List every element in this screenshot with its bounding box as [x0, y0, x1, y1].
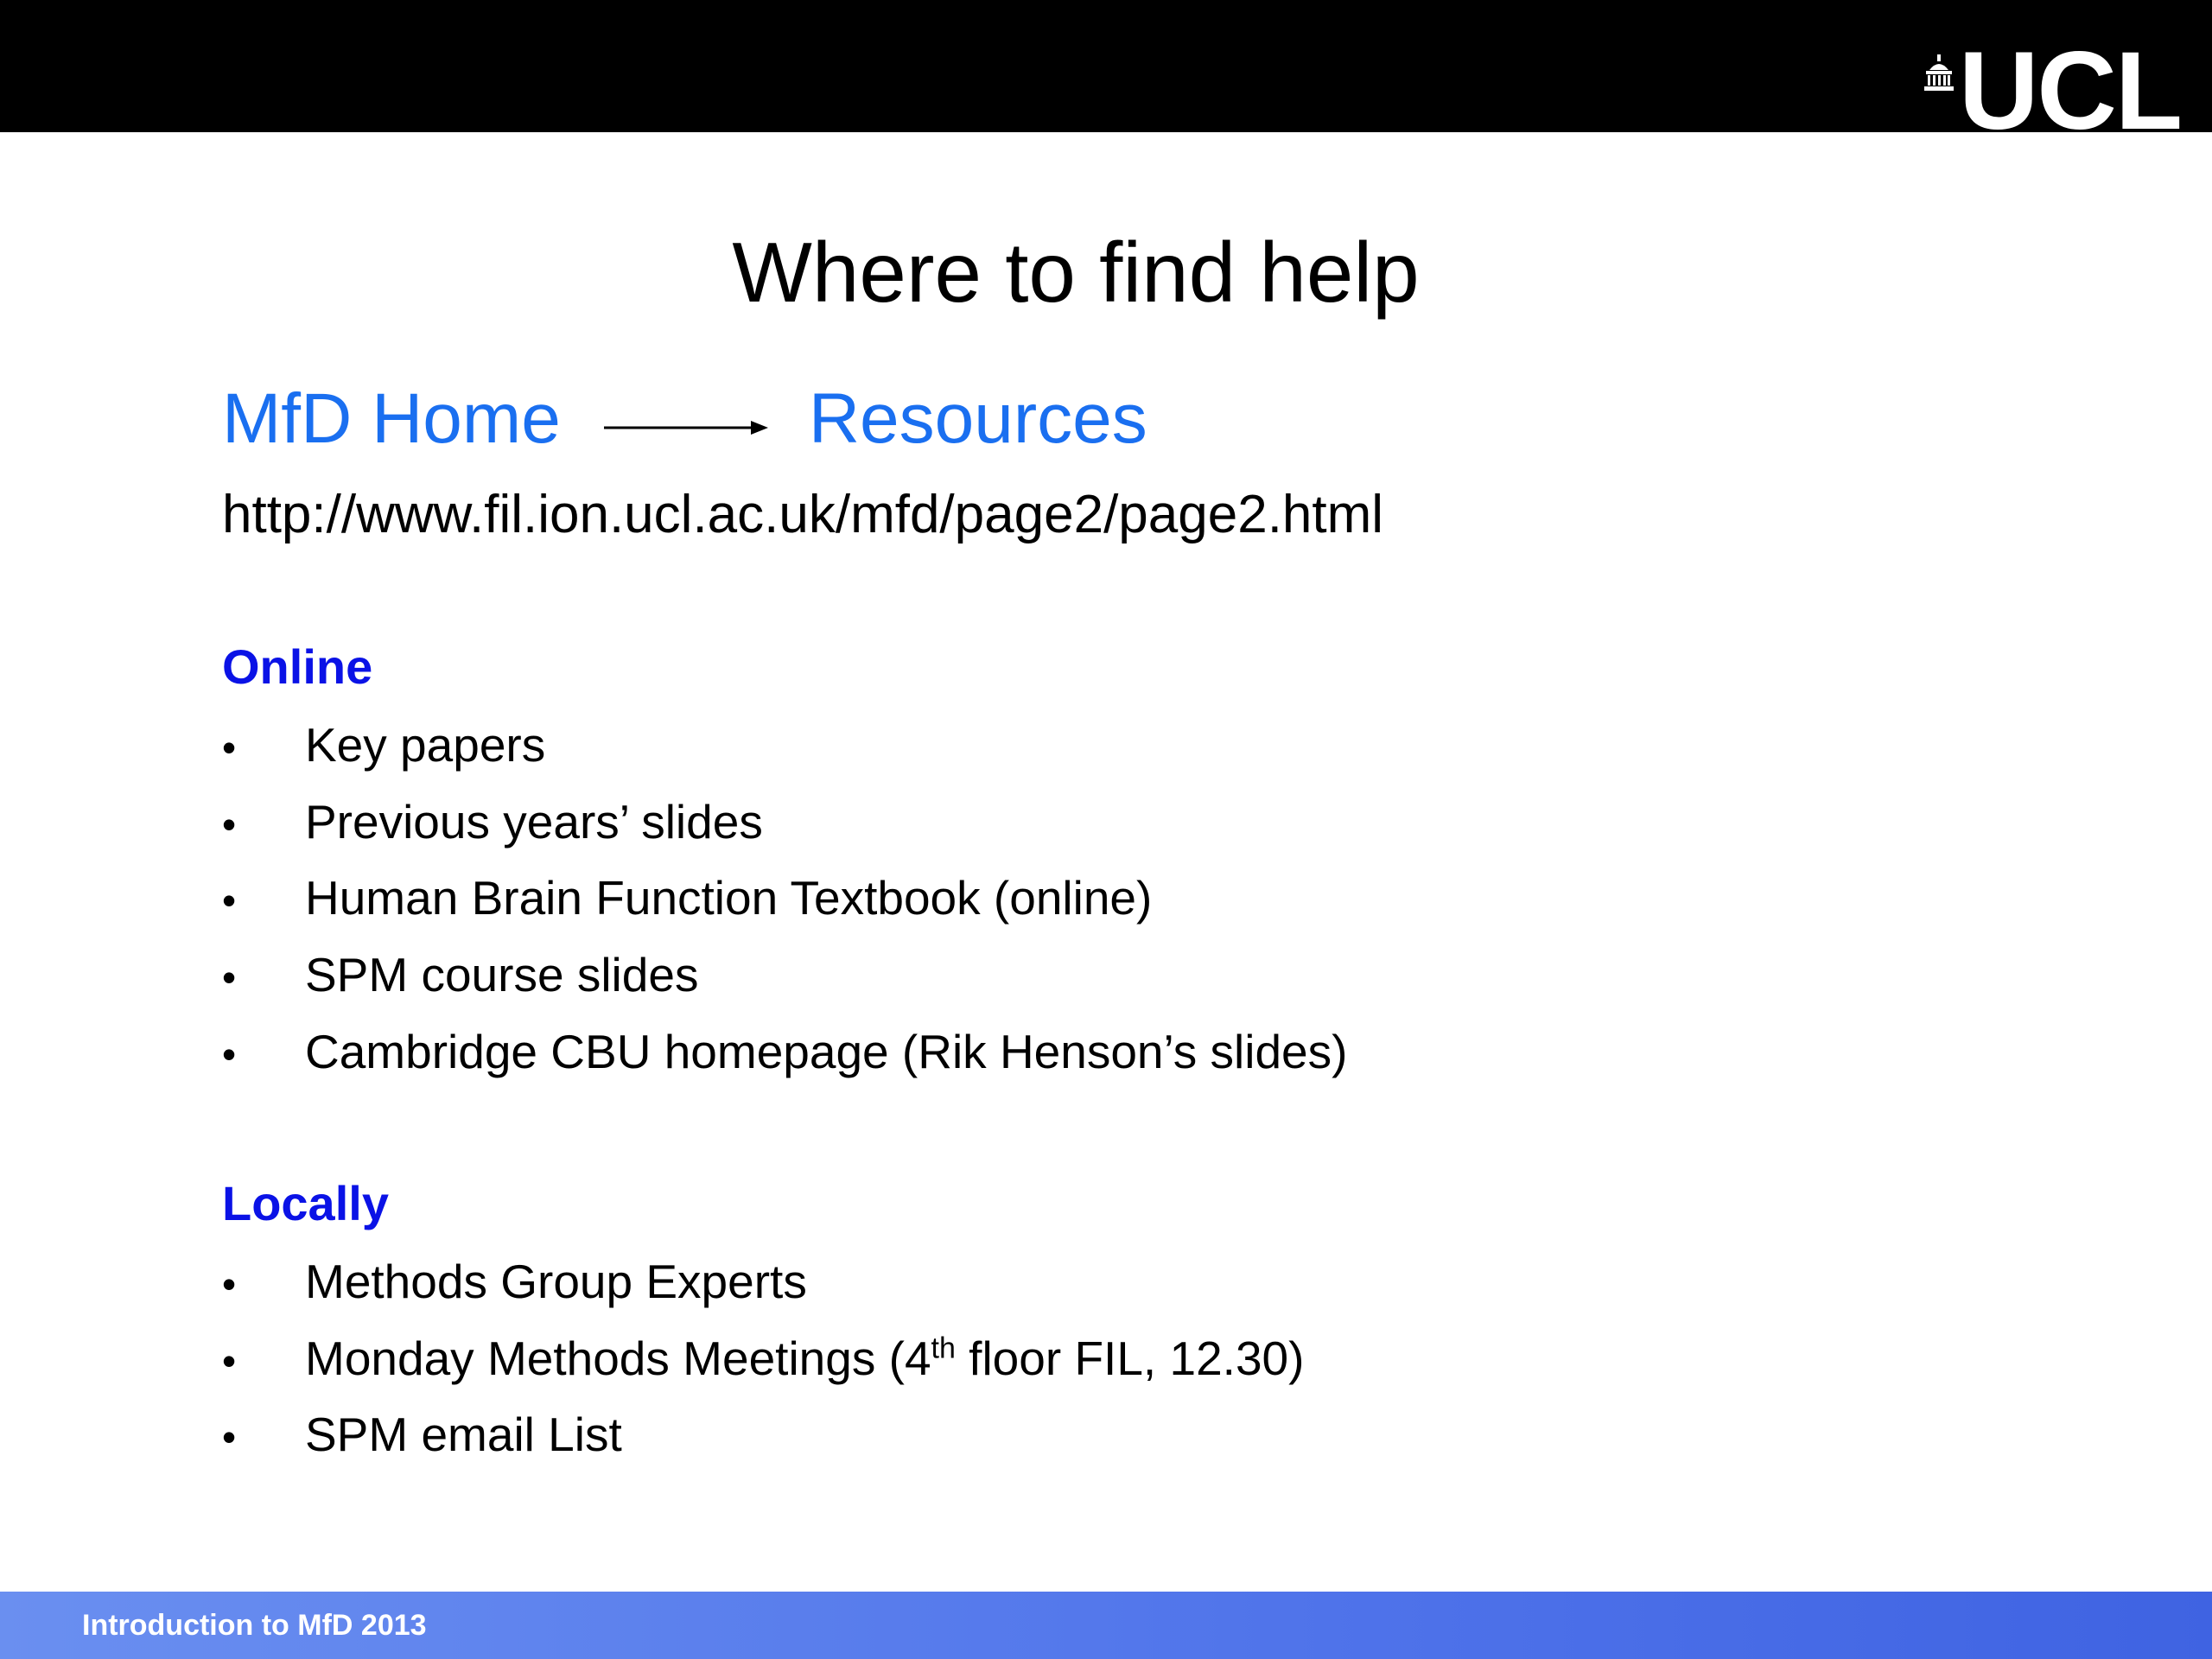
bullet-icon: •: [222, 801, 237, 847]
list-item: • SPM course slides: [222, 937, 1347, 1014]
superscript: th: [931, 1332, 956, 1365]
bullet-icon: •: [222, 1338, 237, 1383]
list-item-text: Monday Methods Meetings (4th floor FIL, …: [305, 1332, 1304, 1385]
bullet-icon: •: [222, 1031, 237, 1077]
list-item: • Human Brain Function Textbook (online): [222, 860, 1347, 937]
list-item: • Cambridge CBU homepage (Rik Henson’s sl…: [222, 1014, 1347, 1090]
list-item-text-part: floor FIL, 12.30): [955, 1331, 1305, 1385]
slide: UCL Where to find help MfD Home Resource…: [0, 0, 2212, 1659]
list-item-text: Methods Group Experts: [305, 1255, 807, 1308]
list-item: • SPM email List: [222, 1396, 1304, 1473]
ucl-logo: UCL: [1923, 50, 2181, 132]
footer-text: Introduction to MfD 2013: [82, 1609, 427, 1642]
bullet-icon: •: [222, 878, 237, 924]
list-item-text: SPM course slides: [305, 948, 699, 1002]
locally-heading: Locally: [222, 1176, 389, 1230]
list-item-text: Key papers: [305, 718, 546, 772]
top-bar: UCL: [0, 0, 2212, 132]
bullet-icon: •: [222, 1414, 237, 1460]
list-item-text: Previous years’ slides: [305, 794, 763, 849]
mfd-home-link[interactable]: MfD Home: [222, 372, 561, 467]
slide-title: Where to find help: [732, 225, 1420, 320]
list-item-text: Cambridge CBU homepage (Rik Henson’s sli…: [305, 1024, 1348, 1078]
online-list: • Key papers • Previous years’ slides • Hum…: [222, 707, 1347, 1090]
resources-url[interactable]: http://www.fil.ion.ucl.ac.uk/mfd/page2/p…: [222, 482, 1383, 548]
footer-bar: Introduction to MfD 2013: [0, 1592, 2212, 1659]
portico-dome-icon: [1923, 54, 1954, 91]
list-item-text: SPM email List: [305, 1408, 622, 1462]
logo-text: UCL: [1958, 50, 2181, 132]
bullet-icon: •: [222, 955, 237, 1001]
list-item: • Previous years’ slides: [222, 784, 1347, 861]
list-item: • Key papers: [222, 707, 1347, 784]
list-item-text-part: Monday Methods Meetings (4: [305, 1331, 931, 1385]
locally-list: • Methods Group Experts • Monday Methods M…: [222, 1243, 1304, 1473]
arrow-right-icon: [603, 421, 768, 435]
resources-link[interactable]: Resources: [809, 372, 1147, 467]
list-item-text: Human Brain Function Textbook (online): [305, 871, 1153, 925]
online-heading: Online: [222, 639, 373, 694]
list-item: • Methods Group Experts: [222, 1243, 1304, 1320]
bullet-icon: •: [222, 1262, 237, 1306]
bullet-icon: •: [222, 725, 237, 770]
list-item: • Monday Methods Meetings (4th floor FIL,…: [222, 1320, 1304, 1397]
nav-path: MfD Home Resources: [222, 372, 1147, 467]
